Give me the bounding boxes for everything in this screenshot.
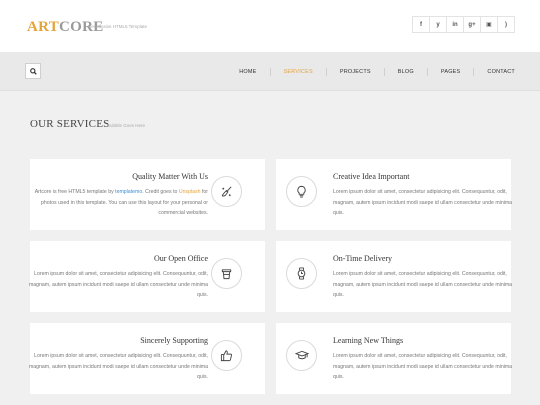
unsplash-link[interactable]: Unsplash bbox=[179, 189, 201, 195]
service-description: Lorem ipsum dolor sit amet, consectetur … bbox=[333, 271, 513, 298]
search-icon bbox=[29, 67, 37, 75]
nav-blog[interactable]: BLOG bbox=[385, 69, 427, 75]
service-card: Sincerely Supporting Lorem ipsum dolor s… bbox=[28, 323, 265, 394]
service-card: Creative Idea Important Lorem ipsum dolo… bbox=[276, 159, 513, 230]
templatemo-link[interactable]: templatemo bbox=[115, 189, 142, 195]
graduation-cap-icon bbox=[286, 340, 317, 371]
rss-icon[interactable]: ) bbox=[497, 16, 515, 33]
nav-pages[interactable]: PAGES bbox=[428, 69, 474, 75]
service-title: On-Time Delivery bbox=[333, 254, 393, 263]
service-description: Lorem ipsum dolor sit amet, consectetur … bbox=[333, 353, 513, 380]
paint-brush-icon bbox=[211, 176, 242, 207]
watch-icon bbox=[286, 258, 317, 289]
social-links: f y in g+ ▣ ) bbox=[412, 16, 515, 33]
nav-menu: HOME SERVICES PROJECTS BLOG PAGES CONTAC… bbox=[226, 52, 515, 91]
service-title: Our Open Office bbox=[153, 254, 208, 263]
service-title: Sincerely Supporting bbox=[140, 336, 208, 345]
main-navbar: HOME SERVICES PROJECTS BLOG PAGES CONTAC… bbox=[0, 52, 540, 91]
facebook-icon[interactable]: f bbox=[412, 16, 430, 33]
flickr-icon[interactable]: ▣ bbox=[480, 16, 498, 33]
section-subtitle: Subtitle Goes Here bbox=[107, 123, 146, 128]
service-card: On-Time Delivery Lorem ipsum dolor sit a… bbox=[276, 241, 513, 312]
section-title: OUR SERVICES bbox=[30, 118, 110, 130]
lightbulb-icon bbox=[286, 176, 317, 207]
service-title: Creative Idea Important bbox=[333, 172, 410, 181]
nav-home[interactable]: HOME bbox=[226, 69, 269, 75]
thumbs-up-icon bbox=[211, 340, 242, 371]
desc-text: . Credit goes to bbox=[142, 189, 179, 195]
linkedin-icon[interactable]: in bbox=[446, 16, 464, 33]
service-description: Lorem ipsum dolor sit amet, consectetur … bbox=[28, 271, 208, 298]
service-description: Lorem ipsum dolor sit amet, consectetur … bbox=[333, 189, 513, 216]
logo-primary: ART bbox=[27, 19, 60, 35]
service-description: Artcore is free HTML5 template by templa… bbox=[28, 187, 208, 219]
service-card: Our Open Office Lorem ipsum dolor sit am… bbox=[28, 241, 265, 312]
nav-services[interactable]: SERVICES bbox=[271, 69, 326, 75]
twitter-icon[interactable]: y bbox=[429, 16, 447, 33]
service-description: Lorem ipsum dolor sit amet, consectetur … bbox=[28, 353, 208, 380]
nav-projects[interactable]: PROJECTS bbox=[327, 69, 384, 75]
coffee-cup-icon bbox=[211, 258, 242, 289]
service-card: Learning New Things Lorem ipsum dolor si… bbox=[276, 323, 513, 394]
site-tagline: Responsive HTML5 Template bbox=[88, 24, 147, 29]
desc-text: Artcore is free HTML5 template by bbox=[34, 189, 116, 195]
service-title: Quality Matter With Us bbox=[132, 172, 208, 181]
nav-contact[interactable]: CONTACT bbox=[474, 69, 515, 75]
googleplus-icon[interactable]: g+ bbox=[463, 16, 481, 33]
search-button[interactable] bbox=[25, 63, 41, 79]
service-card: Quality Matter With Us Artcore is free H… bbox=[30, 159, 265, 230]
service-title: Learning New Things bbox=[333, 336, 404, 345]
top-header: ARTCORE Responsive HTML5 Template f y in… bbox=[0, 0, 540, 52]
